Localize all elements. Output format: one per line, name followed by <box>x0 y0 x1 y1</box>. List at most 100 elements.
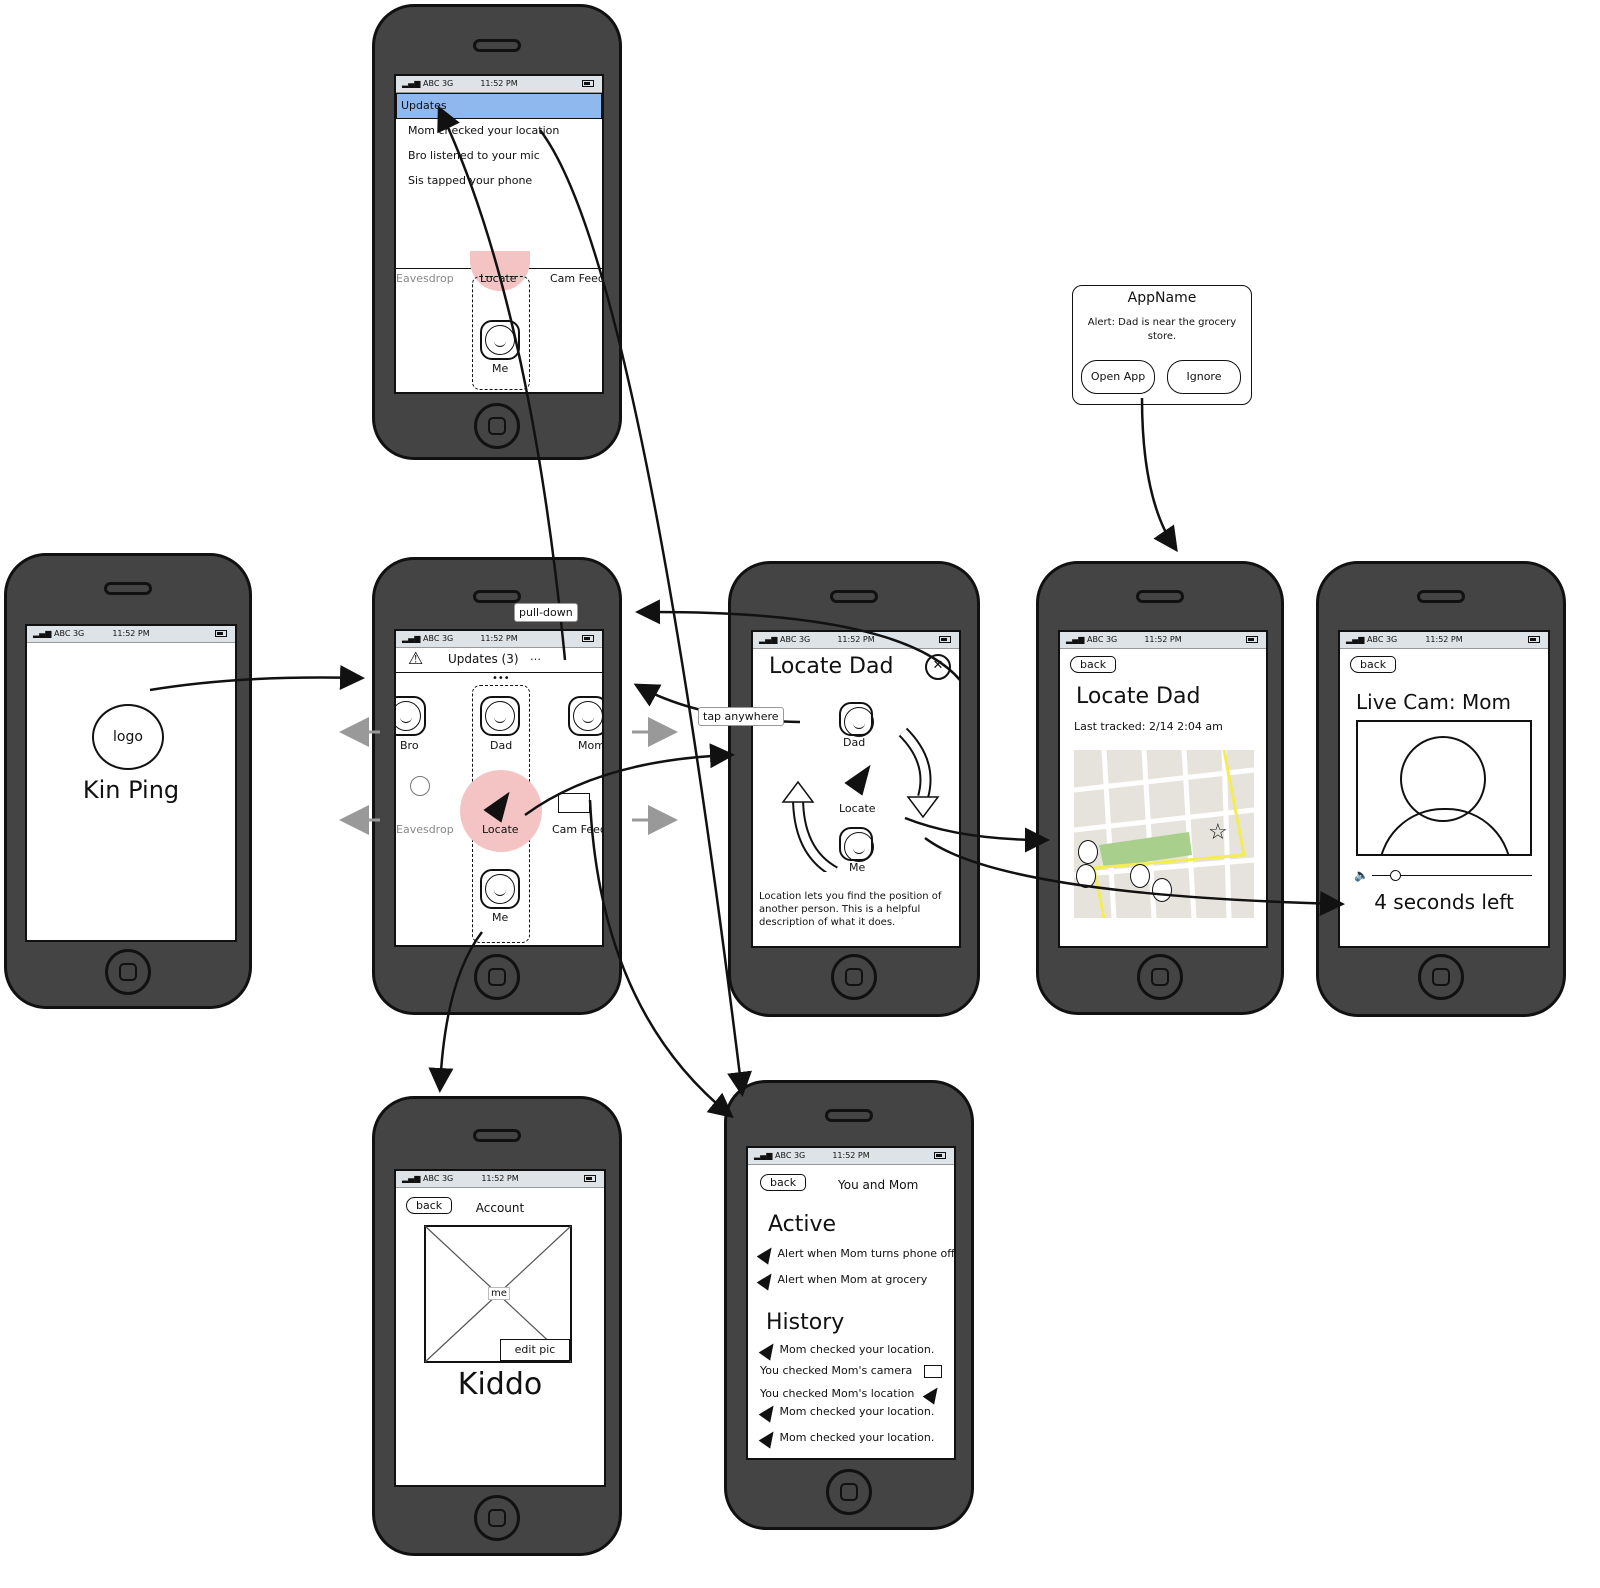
history-item: Mom checked your location. <box>758 1339 935 1361</box>
status-time: 11:52 PM <box>481 1174 519 1183</box>
history-item-label: You checked Mom's location <box>760 1387 915 1400</box>
updates-screen: ▂▄▆ ABC 3G 11:52 PM Updates Mom checked y… <box>394 74 604 394</box>
flow-arrow <box>1140 397 1178 553</box>
edit-pic-button[interactable]: edit pic <box>500 1339 570 1361</box>
battery-icon <box>215 630 227 637</box>
push-notification: AppName Alert: Dad is near the grocery s… <box>1072 285 1252 405</box>
back-button[interactable]: back <box>1350 656 1397 673</box>
eavesdrop-label: Eavesdrop <box>396 823 454 836</box>
dad-label: Dad <box>490 739 513 752</box>
updates-bar[interactable]: ⚠ Updates (3) … <box>396 648 602 673</box>
me-label: Me <box>492 911 509 924</box>
drag-handle[interactable]: ••• <box>492 673 510 684</box>
locate-modal-screen: ▂▄▆ ABC 3G 11:52 PM Locate Dad ✕ Dad Loca… <box>751 630 961 948</box>
close-icon[interactable]: ✕ <box>925 654 951 680</box>
status-bar: ▂▄▆ ABC 3G 11:52 PM <box>1340 632 1548 649</box>
bro-face-icon[interactable] <box>396 696 426 736</box>
status-bar: ▂▄▆ ABC 3G 11:52 PM <box>396 631 602 648</box>
home-button[interactable] <box>826 1469 872 1515</box>
home-button[interactable] <box>474 403 520 449</box>
locate-map-screen: ▂▄▆ ABC 3G 11:52 PM back Locate Dad Last … <box>1058 630 1268 948</box>
speaker <box>825 1109 873 1122</box>
modal-title: Locate Dad <box>769 654 894 679</box>
me-face-icon[interactable] <box>480 320 520 360</box>
history-item: Mom checked your location. <box>758 1401 935 1423</box>
speaker <box>1417 590 1465 603</box>
person-marker <box>1078 840 1098 864</box>
home-button[interactable] <box>1418 954 1464 1000</box>
back-button[interactable]: back <box>1070 656 1117 673</box>
active-item-label: Alert when Mom turns phone off <box>777 1247 955 1260</box>
battery-icon <box>582 80 594 87</box>
history-heading: History <box>766 1310 845 1335</box>
update-item[interactable]: Bro listened to your mic <box>408 149 540 162</box>
notification-app: AppName <box>1127 290 1197 306</box>
open-app-button[interactable]: Open App <box>1081 360 1155 394</box>
pic-label: me <box>488 1287 510 1300</box>
locate-arrow-icon <box>758 1401 780 1423</box>
tap-anywhere-annotation: tap anywhere <box>698 707 784 726</box>
history-item-label: Mom checked your location. <box>779 1343 935 1356</box>
relationship-title: You and Mom <box>838 1178 919 1192</box>
relationship-phone: ▂▄▆ ABC 3G 11:52 PM back You and Mom Acti… <box>724 1080 974 1530</box>
status-time: 11:52 PM <box>1425 635 1463 644</box>
speaker <box>473 1129 521 1142</box>
status-bar: ▂▄▆ ABC 3G 11:52 PM <box>396 76 602 93</box>
mom-label: Mom <box>578 739 604 752</box>
locate-map-phone: ▂▄▆ ABC 3G 11:52 PM back Locate Dad Last … <box>1036 561 1284 1015</box>
home-button[interactable] <box>105 949 151 995</box>
locate-arrow-icon <box>922 1383 944 1405</box>
ignore-button[interactable]: Ignore <box>1167 360 1241 394</box>
mic-icon[interactable] <box>410 776 430 796</box>
dad-face-icon[interactable] <box>480 696 520 736</box>
bro-label: Bro <box>400 739 419 752</box>
account-phone: ▂▄▆ ABC 3G 11:52 PM back Account me edit … <box>372 1096 622 1556</box>
tab-cam-feed[interactable]: Cam Feed <box>550 272 602 285</box>
mom-face-icon[interactable] <box>568 696 602 736</box>
cam-feed-label: Cam Feed <box>552 823 604 836</box>
locate-label: Locate <box>482 823 519 836</box>
back-button[interactable]: back <box>760 1174 807 1191</box>
video-frame[interactable] <box>1356 720 1532 856</box>
speaker <box>104 582 152 595</box>
camera-icon[interactable] <box>558 793 590 813</box>
status-bar: ▂▄▆ ABC 3G 11:52 PM <box>1060 632 1266 649</box>
status-bar: ▂▄▆ ABC 3G 11:52 PM <box>396 1171 604 1188</box>
pull-down-annotation: pull-down <box>514 603 578 622</box>
locate-arrow-icon <box>756 1243 778 1265</box>
home-button[interactable] <box>1137 954 1183 1000</box>
status-time: 11:52 PM <box>480 79 518 88</box>
person-marker <box>1076 864 1096 888</box>
active-item[interactable]: Alert when Mom turns phone off <box>756 1243 955 1265</box>
status-time: 11:52 PM <box>112 629 150 638</box>
live-cam-screen: ▂▄▆ ABC 3G 11:52 PM back Live Cam: Mom 🔈 … <box>1338 630 1550 948</box>
star-icon: ☆ <box>1208 820 1228 845</box>
status-bar: ▂▄▆ ABC 3G 11:52 PM <box>753 632 959 649</box>
history-item: You checked Mom's location <box>760 1383 944 1405</box>
splash-phone: ▂▄▆ ABC 3G 11:52 PM logo Kin Ping <box>4 553 252 1009</box>
updates-phone: ▂▄▆ ABC 3G 11:52 PM Updates Mom checked y… <box>372 4 622 460</box>
me-label: Me <box>492 362 509 375</box>
logo-circle: logo <box>92 704 164 770</box>
warning-icon: ⚠ <box>408 649 424 669</box>
home-button[interactable] <box>474 954 520 1000</box>
account-title: Account <box>475 1201 525 1215</box>
update-item[interactable]: Mom checked your location <box>408 124 559 137</box>
updates-label: Updates (3) <box>448 652 519 666</box>
more-icon: … <box>530 650 541 663</box>
tab-eavesdrop[interactable]: Eavesdrop <box>396 272 454 285</box>
me-face-icon[interactable] <box>480 869 520 909</box>
status-bar: ▂▄▆ ABC 3G 11:52 PM <box>27 626 235 643</box>
status-time: 11:52 PM <box>837 635 875 644</box>
home-button[interactable] <box>474 1495 520 1541</box>
home-button[interactable] <box>831 954 877 1000</box>
updates-header: Updates <box>396 93 602 119</box>
active-item[interactable]: Alert when Mom at grocery <box>756 1269 927 1291</box>
home-screen: ▂▄▆ ABC 3G 11:52 PM ⚠ Updates (3) … ••• B… <box>394 629 604 947</box>
notification-message: Alert: Dad is near the grocery store. <box>1087 317 1237 342</box>
history-item-label: Mom checked your location. <box>779 1405 935 1418</box>
battery-icon <box>582 635 594 642</box>
update-item[interactable]: Sis tapped your phone <box>408 174 532 187</box>
speaker-icon[interactable]: 🔈 <box>1354 868 1369 882</box>
progress-thumb[interactable] <box>1390 870 1401 881</box>
